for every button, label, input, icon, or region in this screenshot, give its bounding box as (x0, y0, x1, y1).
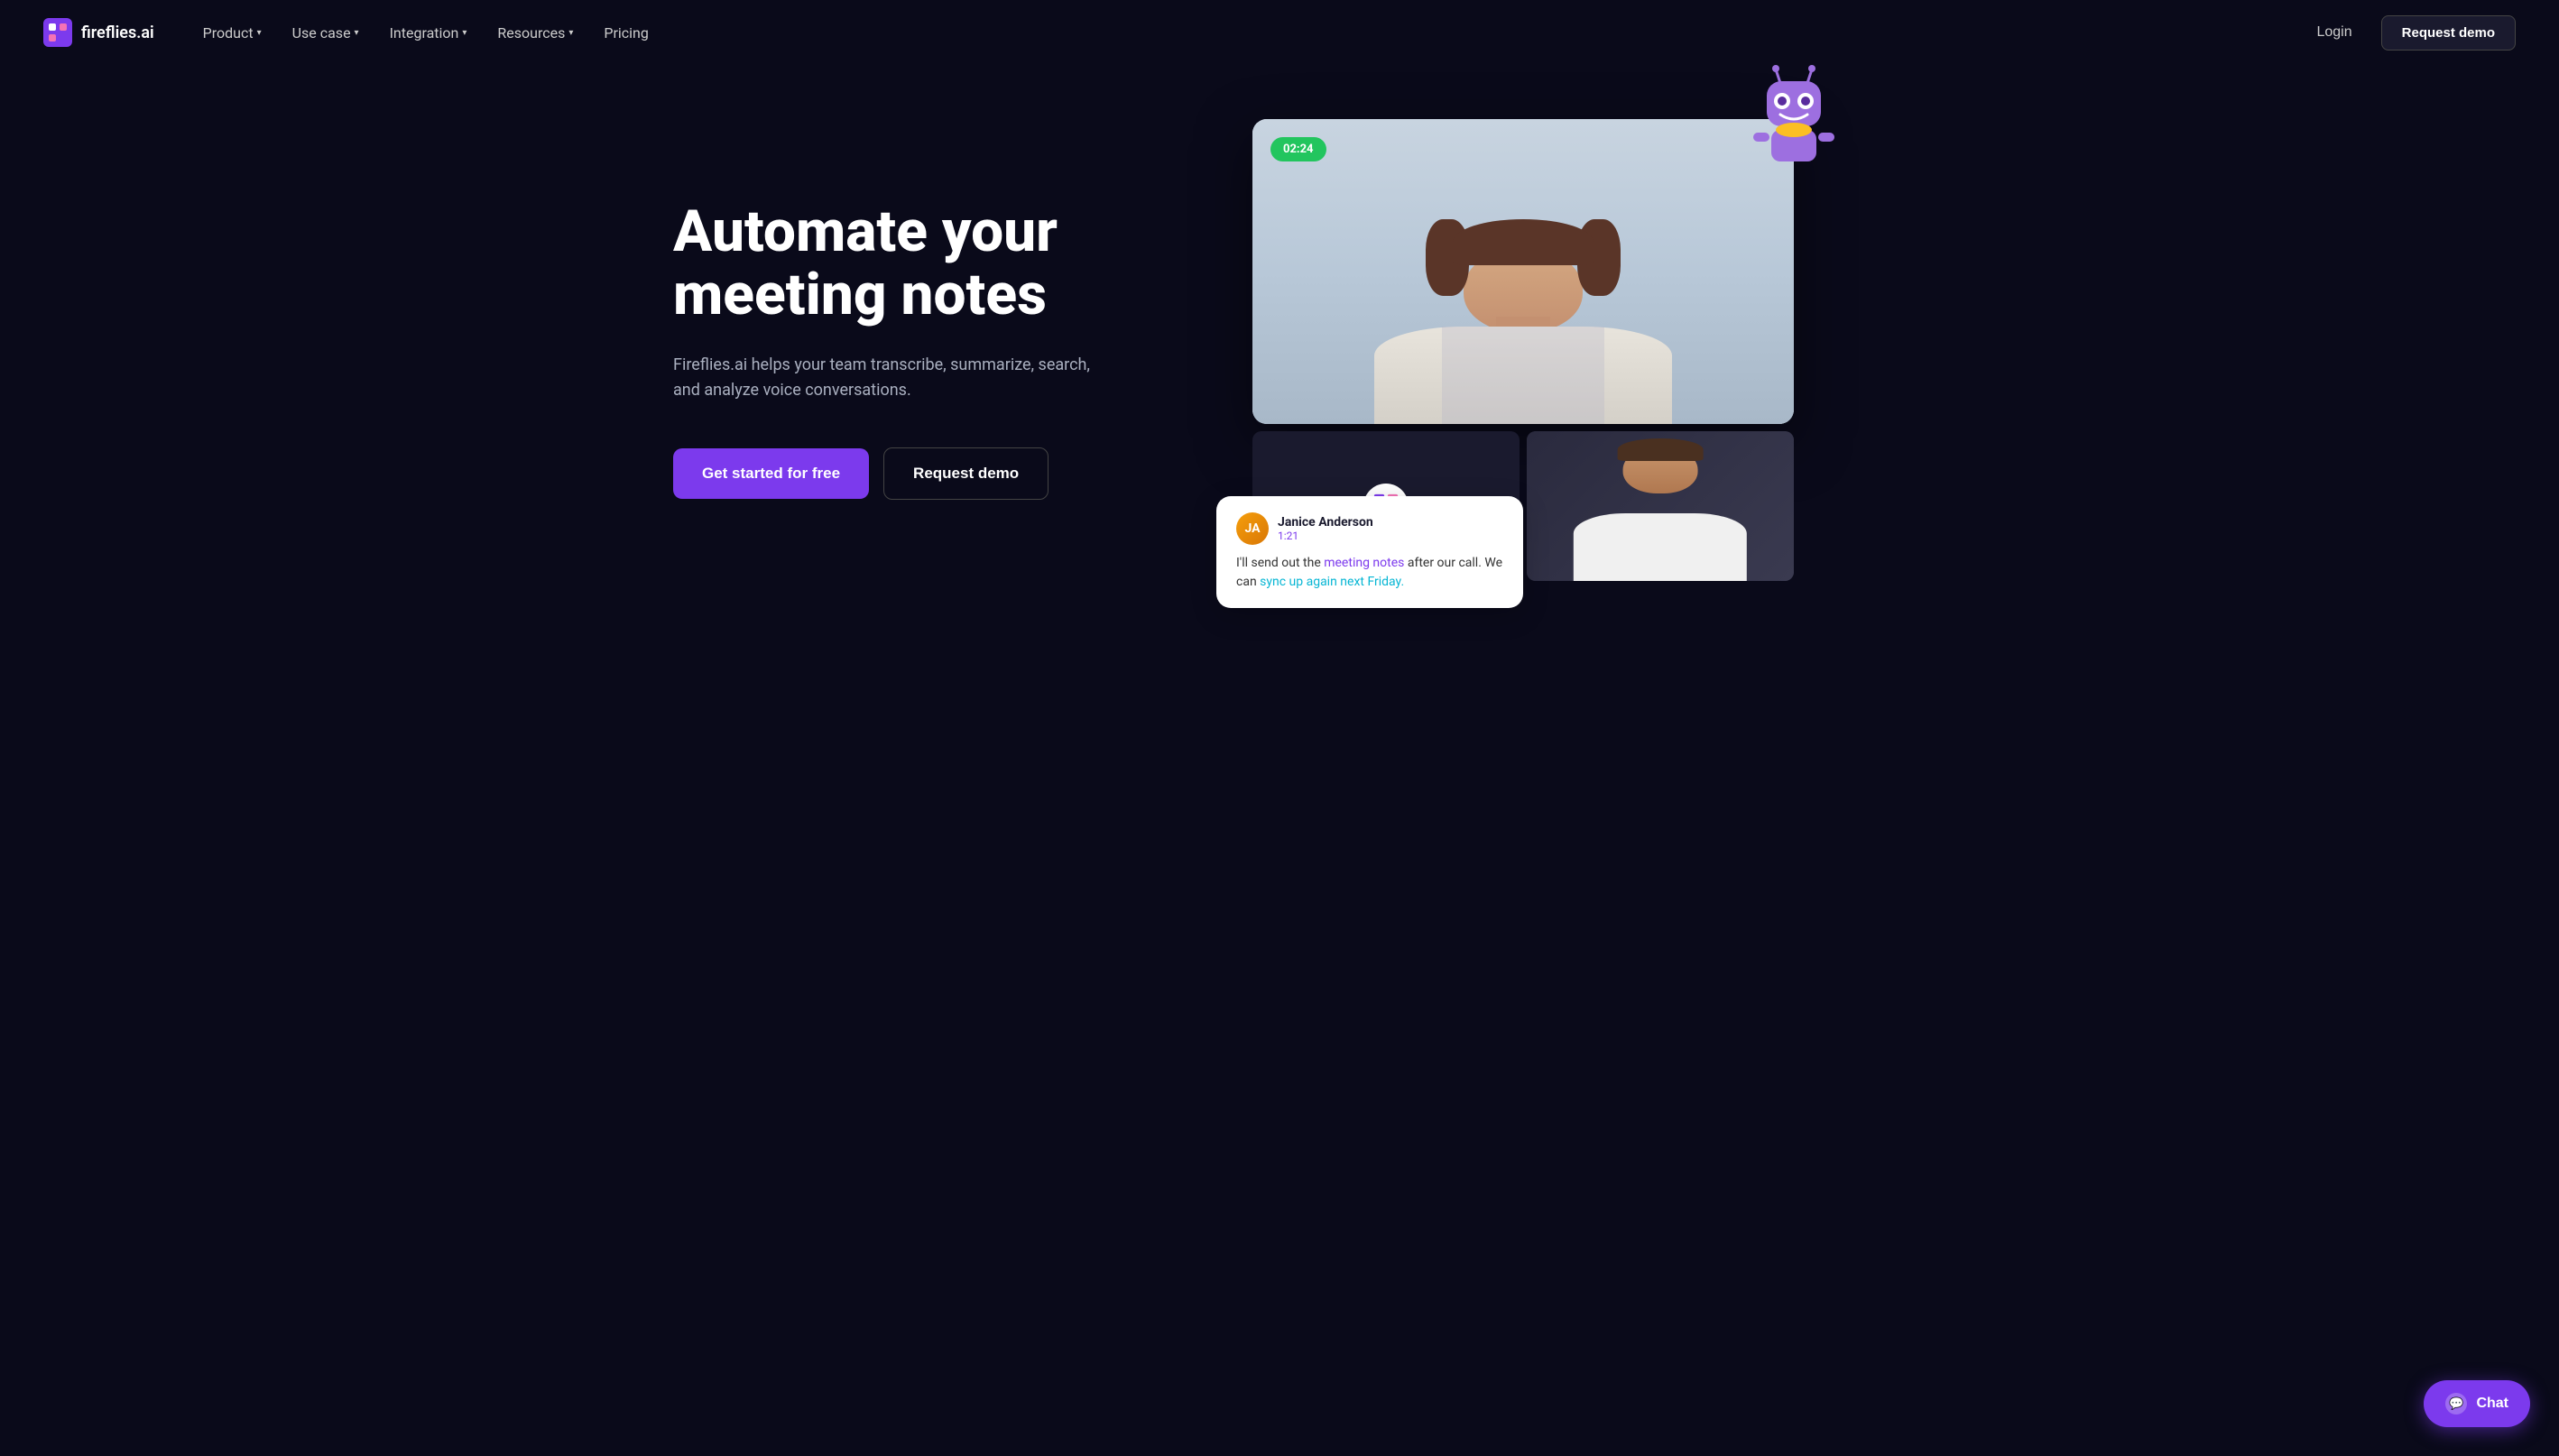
chat-timestamp: 1:21 (1278, 530, 1373, 542)
hero-content: Automate your meeting notes Fireflies.ai… (673, 200, 1106, 500)
navigation: fireflies.ai Product ▾ Use case ▾ Integr… (0, 0, 2559, 65)
chat-avatar: JA (1236, 512, 1269, 545)
hero-title: Automate your meeting notes (673, 200, 1106, 327)
chat-user-name: Janice Anderson (1278, 515, 1373, 530)
chat-message: I'll send out the meeting notes after ou… (1236, 554, 1503, 592)
chevron-down-icon: ▾ (568, 28, 573, 38)
nav-item-integration[interactable]: Integration ▾ (377, 17, 480, 49)
logo[interactable]: fireflies.ai (43, 18, 154, 47)
nav-item-use-case[interactable]: Use case ▾ (280, 17, 372, 49)
nav-right: Login Request demo (2302, 15, 2516, 51)
nav-item-pricing[interactable]: Pricing (591, 17, 661, 49)
chevron-down-icon: ▾ (257, 28, 262, 38)
login-button[interactable]: Login (2302, 17, 2366, 48)
chat-bubble: JA Janice Anderson 1:21 I'll send out th… (1216, 496, 1523, 608)
robot-mascot (1749, 65, 1839, 177)
request-demo-hero-button[interactable]: Request demo (883, 447, 1049, 500)
video-timer: 02:24 (1270, 137, 1326, 161)
hero-section: Automate your meeting notes Fireflies.ai… (630, 65, 1929, 653)
hero-cta: Get started for free Request demo (673, 447, 1106, 500)
chat-bubble-header: JA Janice Anderson 1:21 (1236, 512, 1503, 545)
chevron-down-icon: ▾ (355, 28, 359, 38)
nav-item-resources[interactable]: Resources ▾ (485, 17, 586, 49)
main-video-panel: 02:24 (1252, 119, 1794, 424)
person-video-thumb (1527, 431, 1794, 582)
hero-visual: 02:24 JA Janice Anderson 1:21 I'll send … (1160, 119, 1886, 581)
chevron-down-icon: ▾ (462, 28, 467, 38)
chat-support-button[interactable]: 💬 Chat (2424, 1380, 2530, 1427)
logo-text: fireflies.ai (81, 23, 154, 42)
get-started-button[interactable]: Get started for free (673, 448, 869, 499)
chat-bubble-icon: 💬 (2445, 1393, 2467, 1415)
nav-item-product[interactable]: Product ▾ (190, 17, 274, 49)
hero-subtitle: Fireflies.ai helps your team transcribe,… (673, 353, 1106, 405)
request-demo-button[interactable]: Request demo (2381, 15, 2516, 51)
video-mockup: 02:24 JA Janice Anderson 1:21 I'll send … (1252, 119, 1794, 581)
nav-links: Product ▾ Use case ▾ Integration ▾ Resou… (190, 17, 661, 49)
